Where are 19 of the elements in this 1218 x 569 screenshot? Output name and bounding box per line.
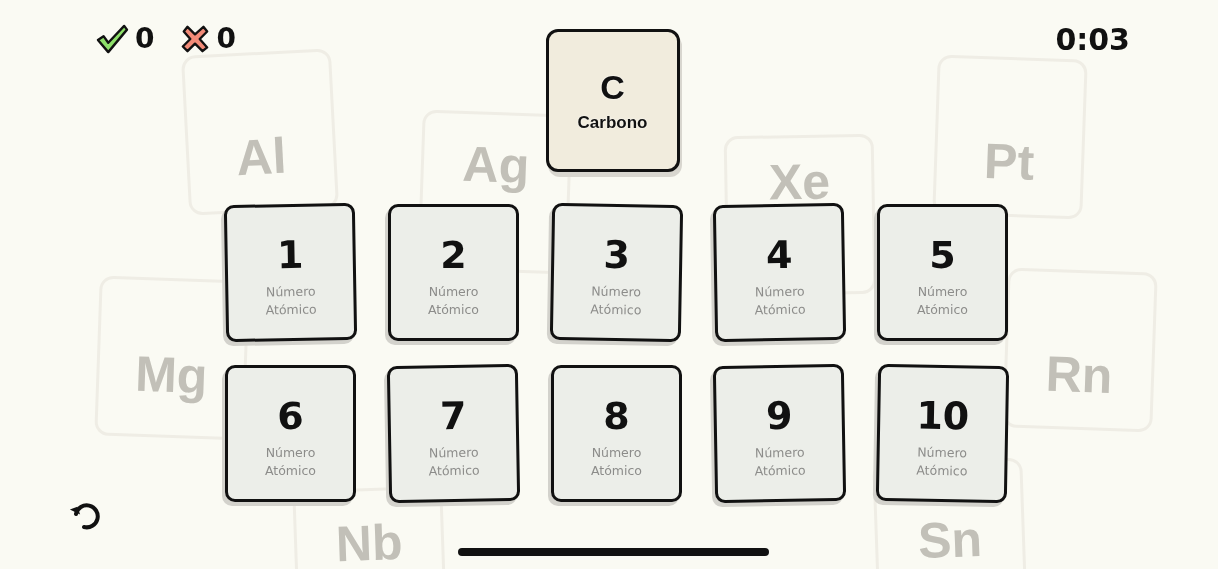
element-symbol: C	[600, 68, 625, 107]
cross-icon	[180, 23, 211, 54]
answer-card[interactable]: 9 Número Atómico	[712, 363, 847, 504]
check-icon	[95, 23, 129, 54]
correct-count: 0	[135, 22, 155, 55]
answer-card[interactable]: 4 Número Atómico	[712, 202, 847, 343]
element-symbol: Rn	[1043, 350, 1115, 400]
element-symbol: Nb	[333, 518, 405, 568]
undo-icon[interactable]	[69, 500, 101, 532]
answer-card[interactable]: 3 Número Atómico	[549, 202, 684, 343]
element-symbol: Sn	[916, 515, 984, 565]
timer: 0:03	[1054, 22, 1130, 57]
element-symbol: Al	[233, 131, 289, 183]
wrong-count: 0	[216, 22, 236, 55]
answer-card[interactable]: 10 Número Atómico	[875, 363, 1010, 504]
element-symbol: Pt	[982, 137, 1037, 187]
answer-card[interactable]: 7 Número Atómico	[386, 363, 521, 504]
answer-card[interactable]: 1 Número Atómico	[223, 202, 358, 343]
element-name: Carbono	[577, 113, 648, 133]
